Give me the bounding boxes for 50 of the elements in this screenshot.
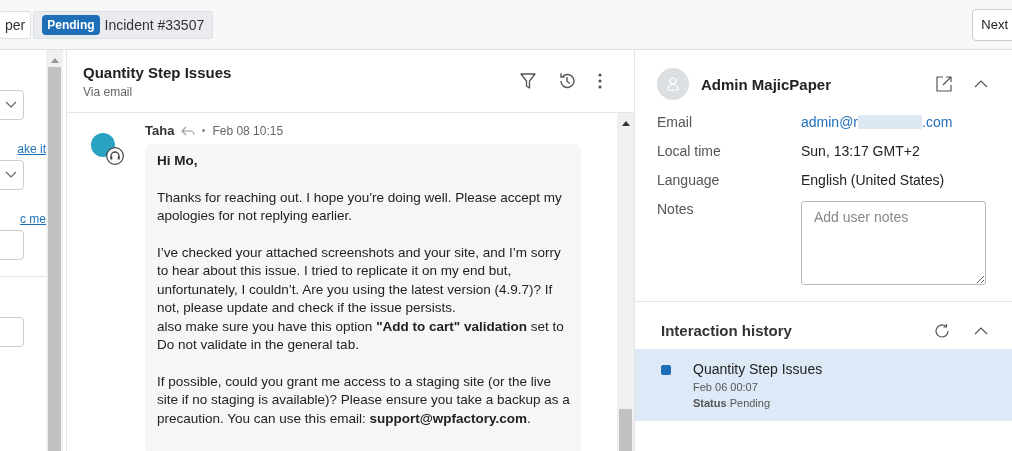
external-link-icon[interactable] — [936, 76, 952, 92]
contact-name: Admin MajicPaper — [701, 75, 833, 93]
chevron-down-icon — [5, 101, 17, 109]
link[interactable]: c me — [0, 212, 46, 226]
more-icon[interactable] — [598, 73, 602, 89]
scrollbar[interactable] — [617, 113, 634, 451]
author-name: Taha — [145, 123, 175, 138]
separator-dot — [202, 129, 206, 132]
section-title: Interaction history — [661, 322, 793, 339]
field-label: Language — [657, 172, 721, 188]
tab[interactable]: Pending Incident #33507 — [33, 10, 214, 39]
field-value: Sun, 13:17 GMT+2 — [801, 143, 921, 159]
filter-icon[interactable] — [520, 72, 536, 90]
tab[interactable]: per — [0, 10, 32, 39]
email-link[interactable]: .com — [922, 114, 953, 130]
ticket-channel: Via email — [83, 84, 134, 99]
history-item-title: Quantity Step Issues — [693, 361, 823, 377]
message-paragraph: If possible, could you grant me access to a staging site (or the live site if no staging is available)? Please ensure you take a backup as a precaution. You can use this email: support@wpfactory.com. — [157, 372, 571, 428]
next-button[interactable]: Next — [972, 8, 1012, 41]
user-avatar-icon — [657, 68, 689, 100]
history-item-status: Status Pending — [693, 397, 772, 409]
message-paragraph: Thanks for reaching out. I hope you're doing well. Please accept my apologies for not replying earlier. — [157, 188, 563, 225]
chevron-down-icon — [5, 171, 17, 179]
scrollbar-thumb[interactable] — [48, 67, 61, 451]
refresh-icon[interactable] — [934, 322, 950, 339]
history-item-date: Feb 06 00:07 — [693, 381, 759, 393]
message-paragraph: I’ve checked your attached screenshots and your site, and I’m sorry to hear about this issue. I tried to replicate it on my end but, unfortunately, I couldn’t. Are you using the latest version (4.9.7)? If not, please update and check if the issue persists. also make sure you have this option "Add to cart" validation set to Do not validate in the general tab. — [157, 243, 565, 354]
notes-field[interactable]: Add user notes — [801, 201, 986, 285]
scroll-up-icon[interactable] — [621, 121, 630, 126]
message-time: Feb 08 10:15 — [212, 123, 284, 138]
greeting: Hi Mo, — [157, 152, 199, 170]
history-icon[interactable] — [558, 72, 576, 90]
field-label: Local time — [657, 143, 722, 159]
ticket-title: Quantity Step Issues — [83, 63, 232, 81]
email-link[interactable]: admin@r — [801, 114, 858, 130]
link[interactable]: ake it — [0, 142, 46, 156]
tab-label: Incident #33507 — [104, 16, 205, 33]
field-label: Email — [657, 114, 693, 130]
status-badge: Pending — [42, 14, 100, 35]
scrollbar-thumb[interactable] — [619, 409, 632, 451]
history-item[interactable]: Quantity Step Issues Feb 06 00:07 Status Pending — [635, 349, 1012, 421]
field-value: English (United States) — [801, 172, 946, 188]
chevron-up-icon[interactable] — [974, 80, 988, 88]
tab-label: per — [5, 16, 26, 33]
scrollbar[interactable] — [46, 50, 63, 451]
redaction-block — [858, 115, 922, 129]
headset-icon — [106, 147, 124, 165]
reply-icon — [181, 125, 196, 136]
chevron-up-icon[interactable] — [974, 326, 988, 335]
field-label: Notes — [657, 201, 695, 219]
